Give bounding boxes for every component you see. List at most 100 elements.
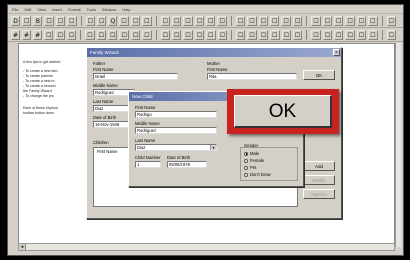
- gender-female-radio[interactable]: Female: [244, 158, 264, 163]
- toolbar-button-icon[interactable]: ☐: [270, 15, 280, 26]
- menu-edit[interactable]: Edit: [24, 7, 31, 12]
- menu-format[interactable]: Format: [68, 7, 81, 12]
- family-toolbar-button-icon[interactable]: ☐: [334, 29, 344, 40]
- family-toolbar-button-icon[interactable]: ☐: [311, 29, 321, 40]
- father-dob-label: Date of Birth: [93, 115, 117, 120]
- menu-window[interactable]: Window: [102, 7, 116, 12]
- toolbar-button-icon[interactable]: Q: [108, 15, 118, 26]
- toolbar-button-icon[interactable]: ☐: [235, 15, 246, 26]
- toolbar-button-icon[interactable]: ☐: [130, 15, 141, 26]
- toolbar-button-icon[interactable]: D: [11, 15, 20, 26]
- child-last-dropdown[interactable]: Diaz ▾: [135, 144, 217, 151]
- toolbar-button-icon[interactable]: ☐: [368, 15, 378, 26]
- family-toolbar-button-icon[interactable]: ☐: [206, 29, 216, 40]
- father-last-label: Last Name: [93, 99, 114, 104]
- toolbar-separator: [306, 15, 308, 26]
- ok-button-magnified[interactable]: OK: [234, 95, 332, 128]
- family-toolbar-button-icon[interactable]: ☐: [322, 29, 333, 40]
- toolbar-button-icon[interactable]: ☐: [292, 15, 303, 26]
- toolbar-button-icon[interactable]: ☐: [22, 15, 32, 26]
- family-toolbar-button-icon[interactable]: #: [11, 29, 21, 40]
- add-child-button[interactable]: Add: [303, 161, 335, 171]
- gender-male-radio[interactable]: Male: [244, 151, 259, 156]
- toolbar-button-icon[interactable]: ☐: [345, 15, 355, 26]
- toolbar-button-icon[interactable]: ☐: [386, 15, 396, 26]
- menu-bar: File Edit View Insert Format Tools Windo…: [8, 5, 403, 14]
- family-toolbar-button-icon[interactable]: ☐: [368, 29, 378, 40]
- family-toolbar-button-icon[interactable]: ☐: [96, 29, 107, 40]
- horizontal-scrollbar[interactable]: ◂: [18, 243, 395, 251]
- family-toolbar-button-icon[interactable]: ☐: [55, 29, 65, 40]
- toolbar-button-icon[interactable]: ☐: [85, 15, 95, 26]
- family-toolbar-button-icon[interactable]: ☐: [194, 29, 205, 40]
- toolbar-button-icon[interactable]: ☐: [55, 15, 66, 26]
- toolbar-button-icon[interactable]: ☐: [96, 15, 107, 26]
- toolbar-button-icon[interactable]: ☐: [281, 15, 291, 26]
- toolbar-button-icon[interactable]: ☐: [356, 15, 367, 26]
- family-toolbar-button-icon[interactable]: ☐: [172, 29, 182, 40]
- family-toolbar-button-icon[interactable]: ☐: [119, 29, 129, 40]
- toolbar-button-icon[interactable]: ☐: [183, 15, 193, 26]
- family-toolbar-button-icon[interactable]: ☐: [130, 29, 141, 40]
- family-toolbar-button-icon[interactable]: ☐: [386, 29, 397, 40]
- child-dob-field[interactable]: 05/05/1978: [167, 161, 207, 168]
- family-wizard-titlebar[interactable]: Family Wizard ×: [87, 48, 341, 57]
- scroll-left-icon[interactable]: ◂: [19, 244, 26, 250]
- family-toolbar-button-icon[interactable]: ☐: [281, 29, 291, 40]
- family-toolbar-button-icon[interactable]: ☐: [108, 29, 118, 40]
- toolbar-button-icon[interactable]: ☐: [311, 15, 321, 26]
- family-toolbar-button-icon[interactable]: ☐: [217, 29, 227, 40]
- toolbar-button-icon[interactable]: ☐: [142, 15, 152, 26]
- toolbar-button-icon[interactable]: ☐: [247, 15, 257, 26]
- children-column-header: First Name: [97, 149, 118, 154]
- family-toolbar-button-icon[interactable]: #: [33, 29, 43, 40]
- family-toolbar-button-icon[interactable]: ☐: [235, 29, 246, 40]
- family-toolbar-button-icon[interactable]: ☐: [270, 29, 280, 40]
- child-middle-field[interactable]: Rodriguez: [135, 127, 217, 134]
- toolbar-button-icon[interactable]: ☐: [206, 15, 216, 26]
- father-label: Father: [93, 61, 106, 66]
- family-toolbar-button-icon[interactable]: ☐: [142, 29, 152, 40]
- toolbar-separator: [155, 15, 157, 26]
- modify-child-button[interactable]: Modify: [303, 175, 335, 185]
- toolbar-button-icon[interactable]: ☐: [44, 15, 54, 26]
- close-icon[interactable]: ×: [333, 49, 340, 56]
- menu-help[interactable]: Help: [122, 7, 130, 12]
- family-toolbar-button-icon[interactable]: ☐: [258, 29, 269, 40]
- father-first-field[interactable]: Israel: [93, 73, 178, 80]
- family-toolbar-button-icon[interactable]: ☐: [247, 29, 257, 40]
- family-toolbar-button-icon[interactable]: ☐: [160, 29, 170, 40]
- toolbar-button-icon[interactable]: ☐: [258, 15, 269, 26]
- toolbar-button-icon[interactable]: ☐: [217, 15, 227, 26]
- toolbar-button-icon[interactable]: ☐: [67, 15, 77, 26]
- family-toolbar-button-icon[interactable]: ☐: [292, 29, 303, 40]
- chevron-down-icon[interactable]: ▾: [210, 145, 216, 150]
- menu-insert[interactable]: Insert: [52, 7, 62, 12]
- gender-pet-radio[interactable]: Pet: [244, 165, 256, 170]
- family-toolbar-button-icon[interactable]: ☐: [85, 29, 95, 40]
- menu-tools[interactable]: Tools: [87, 7, 96, 12]
- family-toolbar-button-icon[interactable]: #: [22, 29, 32, 40]
- toolbar-button-icon[interactable]: ☐: [322, 15, 332, 26]
- options-button[interactable]: Options: [303, 189, 335, 199]
- mother-first-field[interactable]: Rita: [207, 73, 297, 80]
- toolbar-button-icon[interactable]: ☐: [119, 15, 129, 26]
- toolbar-button-icon[interactable]: ☐: [194, 15, 205, 26]
- child-first-field[interactable]: Rodrigo: [135, 111, 217, 118]
- gender-unknown-radio[interactable]: Don't know: [244, 172, 271, 177]
- family-toolbar-button-icon[interactable]: ☐: [66, 29, 77, 40]
- vertical-scrollbar[interactable]: [395, 43, 401, 247]
- child-number-field[interactable]: 1: [135, 161, 161, 168]
- menu-view[interactable]: View: [37, 7, 46, 12]
- family-toolbar-button-icon[interactable]: ☐: [356, 29, 367, 40]
- toolbar-button-icon[interactable]: ☐: [333, 15, 344, 26]
- radio-icon: [244, 158, 248, 163]
- ok-button[interactable]: OK: [303, 70, 335, 80]
- menu-file[interactable]: File: [12, 7, 18, 12]
- toolbar-button-icon[interactable]: ☐: [171, 15, 182, 26]
- toolbar-button-icon[interactable]: ☐: [160, 15, 170, 26]
- family-toolbar-button-icon[interactable]: ☐: [183, 29, 193, 40]
- toolbar-button-icon[interactable]: B: [33, 15, 43, 26]
- family-toolbar-button-icon[interactable]: ☐: [44, 29, 54, 40]
- family-toolbar-button-icon[interactable]: ☐: [345, 29, 355, 40]
